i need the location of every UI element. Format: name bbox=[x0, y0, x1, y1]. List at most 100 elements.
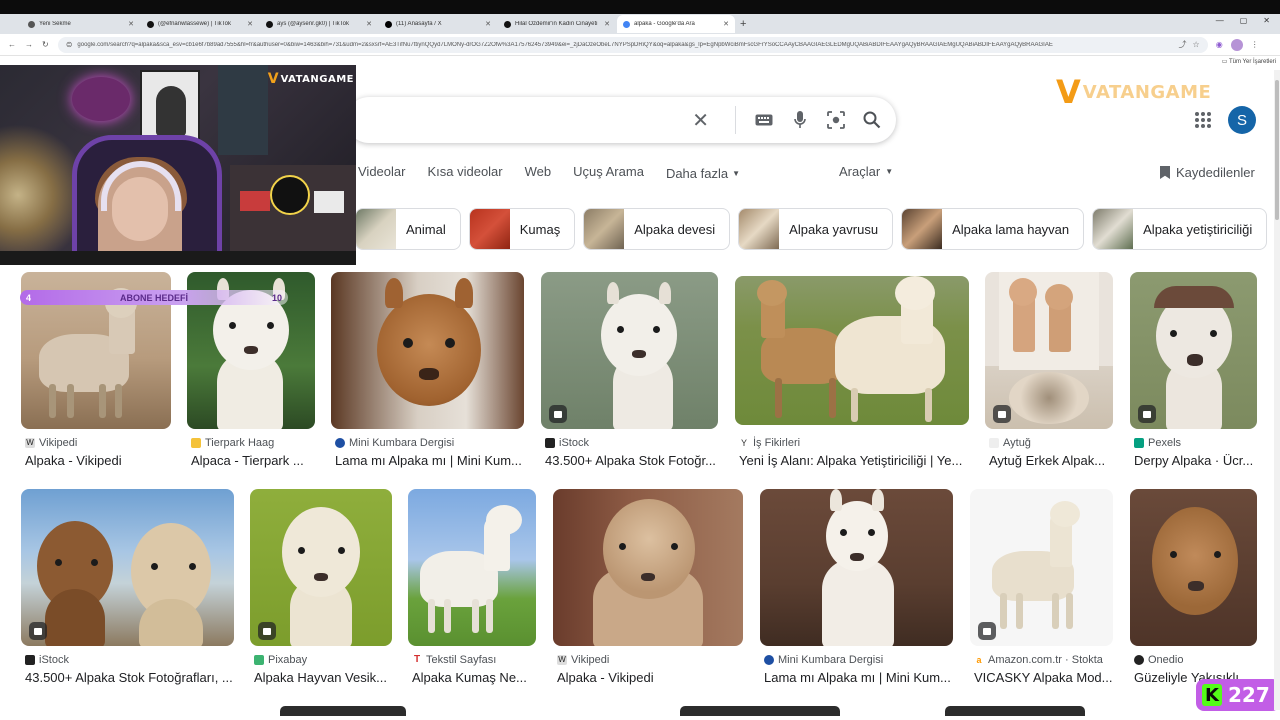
extension-icon[interactable]: ◉ bbox=[1216, 40, 1223, 49]
browser-tab[interactable]: (@efnanwlassewe) | TikTok ✕ bbox=[141, 15, 259, 33]
result-title[interactable]: Lama mı Alpaka mı | Mini Kum... bbox=[764, 670, 957, 685]
image-result[interactable]: Pexels Derpy Alpaka · Ücr... bbox=[1130, 272, 1257, 472]
result-image[interactable] bbox=[408, 489, 536, 646]
browser-tab[interactable]: ays (@aysenr.gk0) | TikTok ✕ bbox=[260, 15, 378, 33]
result-title[interactable]: Alpaka - Vikipedi bbox=[25, 453, 175, 468]
browser-tab-active[interactable]: alpaka - Google'da Ara ✕ bbox=[617, 15, 735, 33]
chip[interactable]: Alpaka yavrusu bbox=[738, 208, 894, 250]
image-result[interactable]: Y İş Fikirleri Yeni İş Alanı: Alpaka Yeti… bbox=[735, 272, 969, 472]
result-image[interactable] bbox=[250, 489, 392, 646]
partial-image bbox=[945, 706, 1085, 716]
close-icon[interactable]: ✕ bbox=[723, 20, 729, 28]
search-icon[interactable] bbox=[862, 110, 882, 130]
google-apps-icon[interactable] bbox=[1195, 112, 1211, 128]
related-chips: Animal Kumaş Alpaka devesi Alpaka yavrus… bbox=[355, 208, 1268, 250]
new-tab-icon[interactable]: + bbox=[740, 18, 746, 30]
chip-thumbnail bbox=[584, 209, 625, 249]
profile-avatar[interactable] bbox=[1230, 38, 1243, 51]
chip[interactable]: Alpaka devesi bbox=[583, 208, 731, 250]
result-title[interactable]: Alpaka - Vikipedi bbox=[557, 670, 747, 685]
close-icon[interactable]: ✕ bbox=[247, 20, 253, 28]
filter-web[interactable]: Web bbox=[525, 164, 552, 182]
account-avatar[interactable]: S bbox=[1228, 106, 1256, 134]
filter-short-videos[interactable]: Kısa videolar bbox=[427, 164, 502, 182]
chip[interactable]: Kumaş bbox=[468, 208, 576, 250]
all-bookmarks[interactable]: ▭ Tüm Yer İşaretleri bbox=[1222, 58, 1276, 65]
image-result[interactable]: T Tekstil Sayfası Alpaka Kumaş Ne... bbox=[408, 489, 536, 689]
image-result[interactable]: W Vikipedi Alpaka - Vikipedi bbox=[553, 489, 743, 689]
result-title[interactable]: Aytuğ Erkek Alpak... bbox=[989, 453, 1117, 468]
pexels-icon bbox=[1134, 438, 1144, 448]
scrollbar-thumb[interactable] bbox=[1275, 80, 1279, 220]
close-icon[interactable]: ✕ bbox=[366, 20, 372, 28]
result-image[interactable] bbox=[985, 272, 1113, 429]
star-icon[interactable]: ☆ bbox=[1193, 40, 1200, 49]
minimize-icon[interactable]: — bbox=[1216, 16, 1224, 25]
result-image[interactable] bbox=[553, 489, 743, 646]
forward-icon[interactable]: → bbox=[25, 40, 33, 49]
result-image[interactable] bbox=[760, 489, 953, 646]
keyboard-icon[interactable] bbox=[754, 110, 774, 130]
chip-thumbnail bbox=[1093, 209, 1134, 249]
tab-title: Hilal Özdemir'in Kadın Cinayeti bbox=[515, 21, 598, 27]
image-result[interactable]: iStock 43.500+ Alpaka Stok Fotoğr... bbox=[541, 272, 718, 472]
close-icon[interactable]: ✕ bbox=[485, 20, 491, 28]
result-title[interactable]: Alpaka Hayvan Vesik... bbox=[254, 670, 396, 685]
result-image[interactable] bbox=[1130, 489, 1257, 646]
back-icon[interactable]: ← bbox=[8, 40, 16, 49]
image-result[interactable]: iStock 43.500+ Alpaka Stok Fotoğrafları,… bbox=[21, 489, 234, 689]
share-icon[interactable]: ⤴ bbox=[1179, 39, 1187, 50]
result-title[interactable]: VICASKY Alpaka Mod... bbox=[974, 670, 1117, 685]
browser-tab[interactable]: Hilal Özdemir'in Kadın Cinayeti ✕ bbox=[498, 15, 616, 33]
close-window-icon[interactable]: ✕ bbox=[1263, 16, 1270, 25]
search-box[interactable]: ✕ bbox=[346, 97, 896, 143]
result-title[interactable]: Yeni İş Alanı: Alpaka Yetiştiriciliği | … bbox=[739, 453, 973, 468]
camera-search-icon[interactable] bbox=[826, 110, 846, 130]
result-image[interactable] bbox=[21, 489, 234, 646]
clear-search-icon[interactable]: ✕ bbox=[692, 108, 709, 133]
result-image[interactable] bbox=[735, 276, 969, 425]
result-title[interactable]: 43.500+ Alpaka Stok Fotoğrafları, ... bbox=[25, 670, 238, 685]
microphone-icon[interactable] bbox=[790, 110, 810, 130]
address-bar[interactable]: ⊜ google.com/search?q=alpaka&sca_esv=cb1… bbox=[57, 36, 1208, 53]
result-title[interactable]: Alpaca - Tierpark ... bbox=[191, 453, 319, 468]
chip[interactable]: Animal bbox=[355, 208, 461, 250]
saved-button[interactable]: Kaydedilenler bbox=[1160, 165, 1255, 180]
chip[interactable]: Alpaka yetiştiriciliği bbox=[1092, 208, 1268, 250]
browser-tab[interactable]: (11) Anasayfa / X ✕ bbox=[379, 15, 497, 33]
result-image[interactable] bbox=[970, 489, 1113, 646]
result-image[interactable] bbox=[1130, 272, 1257, 429]
image-result[interactable]: Onedio Güzeliyle Yakışıklı... bbox=[1130, 489, 1257, 689]
close-icon[interactable]: ✕ bbox=[128, 20, 134, 28]
source-name: Mini Kumbara Dergisi bbox=[778, 654, 884, 666]
image-result[interactable]: Pixabay Alpaka Hayvan Vesik... bbox=[250, 489, 392, 689]
toolbar-right: ◉ ⋮ bbox=[1216, 38, 1259, 51]
image-result[interactable]: a Amazon.com.tr · Stokta VICASKY Alpaka M… bbox=[970, 489, 1113, 689]
source-name: Tekstil Sayfası bbox=[426, 654, 497, 666]
filter-more[interactable]: Daha fazla ▼ bbox=[666, 164, 740, 182]
menu-icon[interactable]: ⋮ bbox=[1251, 40, 1259, 49]
chip[interactable]: Alpaka lama hayvan bbox=[901, 208, 1085, 250]
chip-thumbnail bbox=[902, 209, 943, 249]
result-title[interactable]: Alpaka Kumaş Ne... bbox=[412, 670, 540, 685]
result-title[interactable]: Derpy Alpaka · Ücr... bbox=[1134, 453, 1261, 468]
site-info-icon[interactable]: ⊜ bbox=[66, 40, 73, 49]
image-result[interactable]: Mini Kumbara Dergisi Lama mı Alpaka mı |… bbox=[760, 489, 953, 689]
result-title[interactable]: Lama mı Alpaka mı | Mini Kum... bbox=[335, 453, 528, 468]
result-source: Y İş Fikirleri bbox=[739, 437, 800, 449]
result-title[interactable]: 43.500+ Alpaka Stok Fotoğr... bbox=[545, 453, 722, 468]
reload-icon[interactable]: ↻ bbox=[42, 40, 49, 49]
result-image[interactable] bbox=[331, 272, 524, 429]
source-name: Tierpark Haag bbox=[205, 437, 275, 449]
filter-flights[interactable]: Uçuş Arama bbox=[573, 164, 644, 182]
filter-videos[interactable]: Videolar bbox=[358, 164, 405, 182]
image-badge-icon bbox=[29, 622, 47, 640]
close-icon[interactable]: ✕ bbox=[604, 20, 610, 28]
image-result[interactable]: Mini Kumbara Dergisi Lama mı Alpaka mı |… bbox=[331, 272, 524, 472]
image-result[interactable]: Aytuğ Aytuğ Erkek Alpak... bbox=[985, 272, 1113, 472]
page-scrollbar[interactable] bbox=[1274, 70, 1280, 710]
tools-button[interactable]: Araçlar ▼ bbox=[839, 164, 893, 179]
result-image[interactable] bbox=[541, 272, 718, 429]
maximize-icon[interactable]: ▢ bbox=[1240, 16, 1248, 25]
browser-tab[interactable]: Yeni Sekme ✕ bbox=[22, 15, 140, 33]
